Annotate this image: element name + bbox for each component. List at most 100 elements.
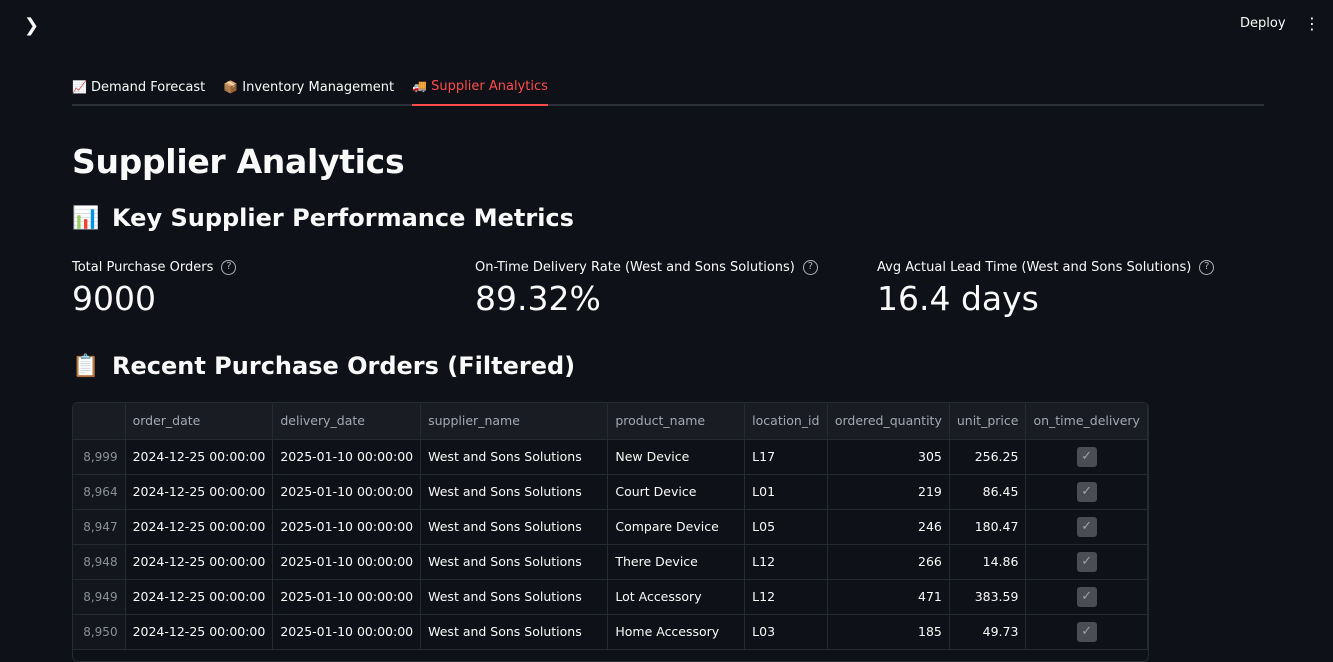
table-row[interactable]: 8,947 2024-12-25 00:00:00 2025-01-10 00:… bbox=[73, 509, 1148, 545]
column-header[interactable]: supplier_name bbox=[420, 403, 609, 440]
cell-location-id[interactable]: L05 bbox=[744, 509, 828, 545]
column-header[interactable]: product_name bbox=[607, 403, 746, 440]
vertical-dots-icon[interactable]: ⋮ bbox=[1302, 12, 1322, 36]
cell-order-date[interactable]: 2024-12-25 00:00:00 bbox=[125, 614, 274, 650]
checkbox-checked-icon: ✓ bbox=[1076, 586, 1097, 607]
metric-value: 89.32% bbox=[475, 279, 601, 318]
row-index: 8,964 bbox=[73, 474, 126, 510]
cell-delivery-date[interactable]: 2025-01-10 00:00:00 bbox=[272, 474, 422, 510]
table-row[interactable]: 8,964 2024-12-25 00:00:00 2025-01-10 00:… bbox=[73, 474, 1148, 510]
cell-product-name[interactable]: New Device bbox=[607, 439, 746, 475]
cell-supplier-name[interactable]: West and Sons Solutions bbox=[420, 579, 609, 615]
row-index: 8,999 bbox=[73, 439, 126, 475]
cell-location-id[interactable]: L12 bbox=[744, 579, 828, 615]
cell-ordered-quantity[interactable]: 246 bbox=[827, 509, 950, 545]
tab-inventory-management[interactable]: 📦 Inventory Management bbox=[223, 70, 394, 106]
section-title: Key Supplier Performance Metrics bbox=[112, 204, 574, 232]
purchase-orders-table[interactable]: order_date delivery_date supplier_name p… bbox=[72, 402, 1149, 662]
chart-increasing-icon: 📈 bbox=[72, 80, 87, 94]
help-icon[interactable]: ? bbox=[221, 260, 237, 275]
cell-unit-price[interactable]: 49.73 bbox=[949, 614, 1027, 650]
table-row[interactable]: 8,950 2024-12-25 00:00:00 2025-01-10 00:… bbox=[73, 614, 1148, 650]
chevron-right-icon[interactable]: ❯ bbox=[24, 16, 44, 36]
page-title: Supplier Analytics bbox=[72, 142, 405, 181]
cell-delivery-date[interactable]: 2025-01-10 00:00:00 bbox=[272, 614, 422, 650]
metric-label: Avg Actual Lead Time (West and Sons Solu… bbox=[877, 260, 1192, 275]
cell-location-id[interactable]: L01 bbox=[744, 474, 828, 510]
row-index: 8,948 bbox=[73, 544, 126, 580]
metric-total-purchase-orders: Total Purchase Orders ? 9000 bbox=[72, 260, 237, 318]
cell-unit-price[interactable]: 383.59 bbox=[949, 579, 1027, 615]
cell-on-time-delivery[interactable]: ✓ bbox=[1025, 579, 1148, 615]
cell-delivery-date[interactable]: 2025-01-10 00:00:00 bbox=[272, 544, 422, 580]
metric-value: 16.4 days bbox=[877, 279, 1039, 318]
row-index: 8,947 bbox=[73, 509, 126, 545]
tab-bar: 📈 Demand Forecast 📦 Inventory Management… bbox=[72, 70, 1264, 106]
column-header[interactable]: order_date bbox=[125, 403, 274, 440]
cell-supplier-name[interactable]: West and Sons Solutions bbox=[420, 439, 609, 475]
tab-label: Demand Forecast bbox=[91, 79, 206, 95]
cell-ordered-quantity[interactable]: 266 bbox=[827, 544, 950, 580]
cell-supplier-name[interactable]: West and Sons Solutions bbox=[420, 474, 609, 510]
cell-order-date[interactable]: 2024-12-25 00:00:00 bbox=[125, 509, 274, 545]
help-icon[interactable]: ? bbox=[802, 260, 818, 275]
cell-delivery-date[interactable]: 2025-01-10 00:00:00 bbox=[272, 439, 422, 475]
orders-section-heading: 📋 Recent Purchase Orders (Filtered) bbox=[72, 352, 575, 380]
cell-unit-price[interactable]: 256.25 bbox=[949, 439, 1027, 475]
tab-label: Inventory Management bbox=[242, 79, 395, 95]
cell-delivery-date[interactable]: 2025-01-10 00:00:00 bbox=[272, 579, 422, 615]
cell-product-name[interactable]: Lot Accessory bbox=[607, 579, 746, 615]
row-index: 8,950 bbox=[73, 614, 126, 650]
cell-delivery-date[interactable]: 2025-01-10 00:00:00 bbox=[272, 509, 422, 545]
bar-chart-icon: 📊 bbox=[72, 205, 100, 231]
cell-location-id[interactable]: L03 bbox=[744, 614, 828, 650]
cell-on-time-delivery[interactable]: ✓ bbox=[1025, 509, 1148, 545]
cell-on-time-delivery[interactable]: ✓ bbox=[1025, 614, 1148, 650]
cell-unit-price[interactable]: 180.47 bbox=[949, 509, 1027, 545]
cell-product-name[interactable]: Compare Device bbox=[607, 509, 746, 545]
cell-order-date[interactable]: 2024-12-25 00:00:00 bbox=[125, 474, 274, 510]
cell-ordered-quantity[interactable]: 185 bbox=[827, 614, 950, 650]
checkbox-checked-icon: ✓ bbox=[1076, 551, 1097, 572]
column-header[interactable]: ordered_quantity bbox=[827, 403, 950, 440]
table-row[interactable]: 8,999 2024-12-25 00:00:00 2025-01-10 00:… bbox=[73, 439, 1148, 475]
checkbox-checked-icon: ✓ bbox=[1076, 621, 1097, 642]
table-row[interactable]: 8,949 2024-12-25 00:00:00 2025-01-10 00:… bbox=[73, 579, 1148, 615]
metrics-section-heading: 📊 Key Supplier Performance Metrics bbox=[72, 204, 574, 232]
column-header[interactable]: delivery_date bbox=[272, 403, 422, 440]
cell-unit-price[interactable]: 86.45 bbox=[949, 474, 1027, 510]
cell-unit-price[interactable]: 14.86 bbox=[949, 544, 1027, 580]
tab-demand-forecast[interactable]: 📈 Demand Forecast bbox=[72, 70, 205, 106]
cell-location-id[interactable]: L12 bbox=[744, 544, 828, 580]
delivery-truck-icon: 🚚 bbox=[412, 79, 428, 93]
cell-on-time-delivery[interactable]: ✓ bbox=[1025, 474, 1148, 510]
metrics-row: Total Purchase Orders ? 9000 On-Time Del… bbox=[72, 260, 1264, 330]
deploy-button[interactable]: Deploy bbox=[1232, 12, 1294, 36]
cell-location-id[interactable]: L17 bbox=[744, 439, 828, 475]
cell-ordered-quantity[interactable]: 305 bbox=[827, 439, 950, 475]
cell-on-time-delivery[interactable]: ✓ bbox=[1025, 544, 1148, 580]
help-icon[interactable]: ? bbox=[1199, 260, 1215, 275]
column-header[interactable] bbox=[73, 403, 126, 440]
cell-product-name[interactable]: Court Device bbox=[607, 474, 746, 510]
cell-supplier-name[interactable]: West and Sons Solutions bbox=[420, 544, 609, 580]
metric-label: On-Time Delivery Rate (West and Sons Sol… bbox=[475, 260, 795, 275]
tab-supplier-analytics[interactable]: 🚚 Supplier Analytics bbox=[412, 70, 548, 106]
top-bar: ❯ Deploy ⋮ bbox=[0, 0, 1333, 50]
table-row[interactable]: 8,948 2024-12-25 00:00:00 2025-01-10 00:… bbox=[73, 544, 1148, 580]
cell-supplier-name[interactable]: West and Sons Solutions bbox=[420, 509, 609, 545]
cell-ordered-quantity[interactable]: 471 bbox=[827, 579, 950, 615]
cell-order-date[interactable]: 2024-12-25 00:00:00 bbox=[125, 544, 274, 580]
cell-product-name[interactable]: There Device bbox=[607, 544, 746, 580]
column-header[interactable]: on_time_delivery bbox=[1025, 403, 1148, 440]
section-title: Recent Purchase Orders (Filtered) bbox=[112, 352, 576, 380]
metric-value: 9000 bbox=[72, 279, 156, 318]
cell-ordered-quantity[interactable]: 219 bbox=[827, 474, 950, 510]
cell-order-date[interactable]: 2024-12-25 00:00:00 bbox=[125, 579, 274, 615]
column-header[interactable]: unit_price bbox=[949, 403, 1027, 440]
column-header[interactable]: location_id bbox=[744, 403, 828, 440]
cell-on-time-delivery[interactable]: ✓ bbox=[1025, 439, 1148, 475]
cell-product-name[interactable]: Home Accessory bbox=[607, 614, 746, 650]
cell-order-date[interactable]: 2024-12-25 00:00:00 bbox=[125, 439, 274, 475]
cell-supplier-name[interactable]: West and Sons Solutions bbox=[420, 614, 609, 650]
